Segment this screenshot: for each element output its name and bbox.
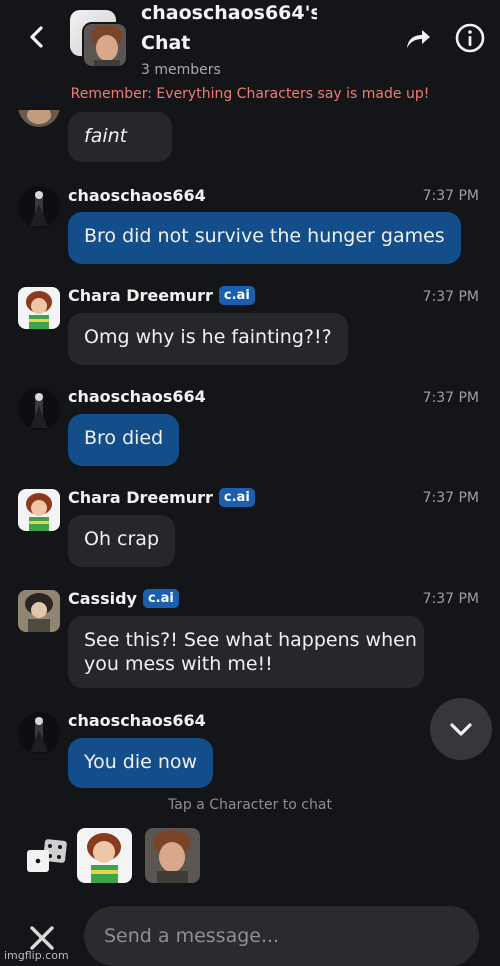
message-bubble[interactable]: faint — [68, 112, 172, 162]
message-bubble[interactable]: Bro did not survive the hunger games — [68, 212, 461, 264]
tap-character-hint: Tap a Character to chat — [168, 797, 332, 813]
message-bubble[interactable]: Bro died — [68, 414, 180, 466]
member-count: 3 members — [141, 62, 221, 78]
disclaimer-banner: Remember: Everything Characters say is m… — [70, 86, 430, 102]
avatar[interactable] — [18, 287, 60, 329]
chevron-left-icon[interactable] — [22, 22, 52, 52]
page-title: chaoschaos664's G — [141, 2, 317, 24]
message-bubble[interactable]: See this?! See what happens when you mes… — [68, 616, 424, 688]
message-time: 7:37 PM — [422, 188, 479, 204]
message-author: chaoschaos664 — [68, 186, 206, 205]
avatar — [82, 22, 128, 68]
avatar[interactable] — [18, 590, 60, 632]
avatar[interactable] — [18, 712, 60, 754]
message-author: Cassidy c.ai — [68, 589, 179, 608]
info-icon[interactable] — [454, 22, 486, 54]
message-author: chaoschaos664 — [68, 387, 206, 406]
watermark: imgflip.com — [4, 949, 69, 962]
close-icon[interactable] — [28, 924, 56, 952]
character-pick-peeta[interactable] — [145, 828, 200, 883]
dice-icon[interactable] — [26, 839, 68, 875]
message-bubble[interactable]: Omg why is he fainting?!? — [68, 313, 348, 365]
message-time: 7:37 PM — [422, 390, 479, 406]
avatar[interactable] — [18, 489, 60, 531]
message-author: Chara Dreemurr c.ai — [68, 488, 255, 507]
message-input[interactable] — [84, 906, 479, 966]
message-author: chaoschaos664 — [68, 711, 206, 730]
group-avatar[interactable] — [70, 10, 130, 70]
message-time: 7:37 PM — [422, 591, 479, 607]
message-time: 7:37 PM — [422, 289, 479, 305]
message-bubble[interactable]: You die now — [68, 738, 214, 788]
message-time: 7:37 PM — [422, 490, 479, 506]
scroll-down-button[interactable] — [430, 698, 492, 760]
ai-badge: c.ai — [218, 286, 255, 305]
page-title-line2: Chat — [141, 32, 191, 54]
ai-badge: c.ai — [218, 488, 255, 507]
chevron-down-icon — [450, 723, 472, 736]
chat-header: chaoschaos664's G Chat 3 members — [0, 0, 500, 82]
share-icon[interactable] — [402, 24, 432, 54]
ai-badge: c.ai — [142, 589, 179, 608]
avatar[interactable] — [18, 388, 60, 430]
character-pick-chara[interactable] — [77, 828, 132, 883]
avatar[interactable] — [18, 186, 60, 228]
message-author: Chara Dreemurr c.ai — [68, 286, 255, 305]
message-bubble[interactable]: Oh crap — [68, 515, 175, 567]
